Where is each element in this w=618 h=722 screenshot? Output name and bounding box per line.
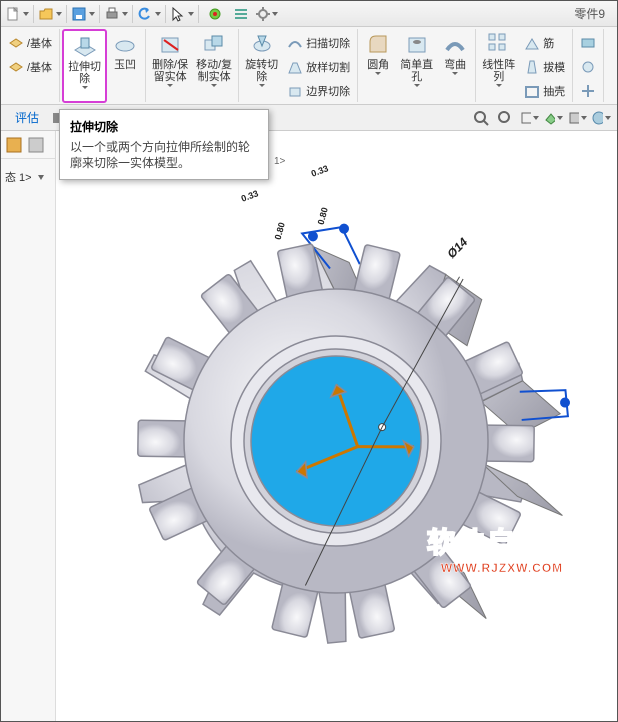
misc-btn-1[interactable]	[577, 31, 599, 54]
new-file-button[interactable]	[5, 3, 29, 25]
caret-icon	[89, 12, 95, 16]
draft-icon	[524, 59, 540, 75]
save-button[interactable]	[71, 3, 95, 25]
zoom-area-button[interactable]	[495, 108, 515, 128]
extrude-cut-icon	[71, 33, 99, 59]
viewport-3d[interactable]: 0.33 0.33 0.80 0.80 Ø14 9 y x 1>	[56, 131, 617, 721]
view-orient-button[interactable]	[519, 108, 539, 128]
sweep-cut-button[interactable]: 扫描切除	[284, 31, 353, 54]
sketch-label: 1>	[274, 156, 285, 167]
revolve-cut-partial[interactable]: 玉凹	[107, 29, 143, 103]
hole-icon	[403, 31, 431, 57]
rib-button[interactable]: 筋	[521, 31, 568, 54]
caret-icon	[272, 12, 278, 16]
watermark-text-1: 软件自学网	[427, 521, 577, 561]
rebuild-button[interactable]	[203, 3, 227, 25]
caret-icon	[82, 86, 88, 89]
extrude-cut-button[interactable]: 拉伸切 除	[62, 29, 107, 103]
move-body-icon	[200, 31, 228, 57]
boss-base-2[interactable]: /基体	[5, 55, 55, 78]
caret-icon	[167, 84, 173, 87]
revolve-icon	[111, 31, 139, 57]
options-list-button[interactable]	[229, 3, 253, 25]
tooltip-extrude-cut: 拉伸切除 以一个或两个方向拉伸所绘制的轮廓来切除一实体模型。	[59, 109, 269, 180]
fillet-icon	[364, 31, 392, 57]
canvas-area: 态 1> 0.33 0.33 0.80 0.80 Ø14 9 y x 1>	[1, 131, 617, 721]
linear-pattern-button[interactable]: 线性阵 列	[478, 29, 519, 103]
undo-button[interactable]	[137, 3, 161, 25]
view-tools	[471, 108, 611, 128]
caret-icon	[496, 84, 502, 87]
rotate-cut-button[interactable]: 旋转切 除	[241, 29, 282, 103]
document-title: 零件9	[574, 5, 605, 22]
tree-tab-icon[interactable]	[5, 136, 23, 154]
gear-teeth-overlay	[86, 171, 606, 721]
ribbon-toolbar: /基体 /基体 拉伸切 除 玉凹 删除/保 留实体 移动/复 制实体 旋转切 除	[1, 27, 617, 105]
draft-button[interactable]: 拔模	[521, 55, 568, 78]
config-tab-icon[interactable]	[27, 136, 45, 154]
select-button[interactable]	[170, 3, 194, 25]
move-copy-body-button[interactable]: 移动/复 制实体	[192, 29, 236, 103]
scene-button[interactable]	[591, 108, 611, 128]
zoom-fit-button[interactable]	[471, 108, 491, 128]
boundary-cut-button[interactable]: 边界切除	[284, 79, 353, 102]
print-button[interactable]	[104, 3, 128, 25]
fillet-button[interactable]: 圆角	[360, 29, 396, 103]
caret-icon	[155, 12, 161, 16]
caret-icon	[122, 12, 128, 16]
boss-base-1[interactable]: /基体	[5, 31, 55, 54]
panel-item-state[interactable]: 态 1>	[5, 169, 51, 185]
tab-evaluate[interactable]: 评估	[7, 105, 47, 130]
loft-cut-button[interactable]: 放样切割	[284, 55, 353, 78]
caret-icon	[259, 84, 265, 87]
caret-icon	[23, 12, 29, 16]
delete-keep-body-button[interactable]: 删除/保 留实体	[148, 29, 192, 103]
bend-button[interactable]: 弯曲	[437, 29, 473, 103]
shell-icon	[524, 83, 540, 99]
loft-icon	[287, 59, 303, 75]
caret-icon	[375, 72, 381, 75]
caret-icon	[56, 12, 62, 16]
caret-icon	[188, 12, 194, 16]
misc-btn-2[interactable]	[577, 55, 599, 78]
watermark-text-2: WWW.RJZXW.COM	[427, 561, 577, 575]
sweep-icon	[287, 35, 303, 51]
section-view-button[interactable]	[567, 108, 587, 128]
rotate-cut-icon	[248, 31, 276, 57]
hole-button[interactable]: 简单直 孔	[396, 29, 437, 103]
rib-icon	[524, 35, 540, 51]
delete-body-icon	[156, 31, 184, 57]
caret-icon	[211, 84, 217, 87]
caret-icon	[452, 72, 458, 75]
feature-tree-panel: 态 1>	[1, 131, 56, 721]
tooltip-body: 以一个或两个方向拉伸所绘制的轮廓来切除一实体模型。	[70, 139, 258, 171]
open-file-button[interactable]	[38, 3, 62, 25]
tooltip-title: 拉伸切除	[70, 118, 258, 135]
misc-btn-3[interactable]	[577, 79, 599, 102]
boundary-icon	[287, 83, 303, 99]
quick-access-toolbar: 零件9	[1, 1, 617, 27]
pattern-icon	[485, 31, 513, 57]
display-style-button[interactable]	[543, 108, 563, 128]
watermark: 软件自学网 WWW.RJZXW.COM	[427, 521, 577, 575]
shell-button[interactable]: 抽壳	[521, 79, 568, 102]
bend-icon	[441, 31, 469, 57]
caret-icon	[414, 84, 420, 87]
settings-button[interactable]	[255, 3, 279, 25]
